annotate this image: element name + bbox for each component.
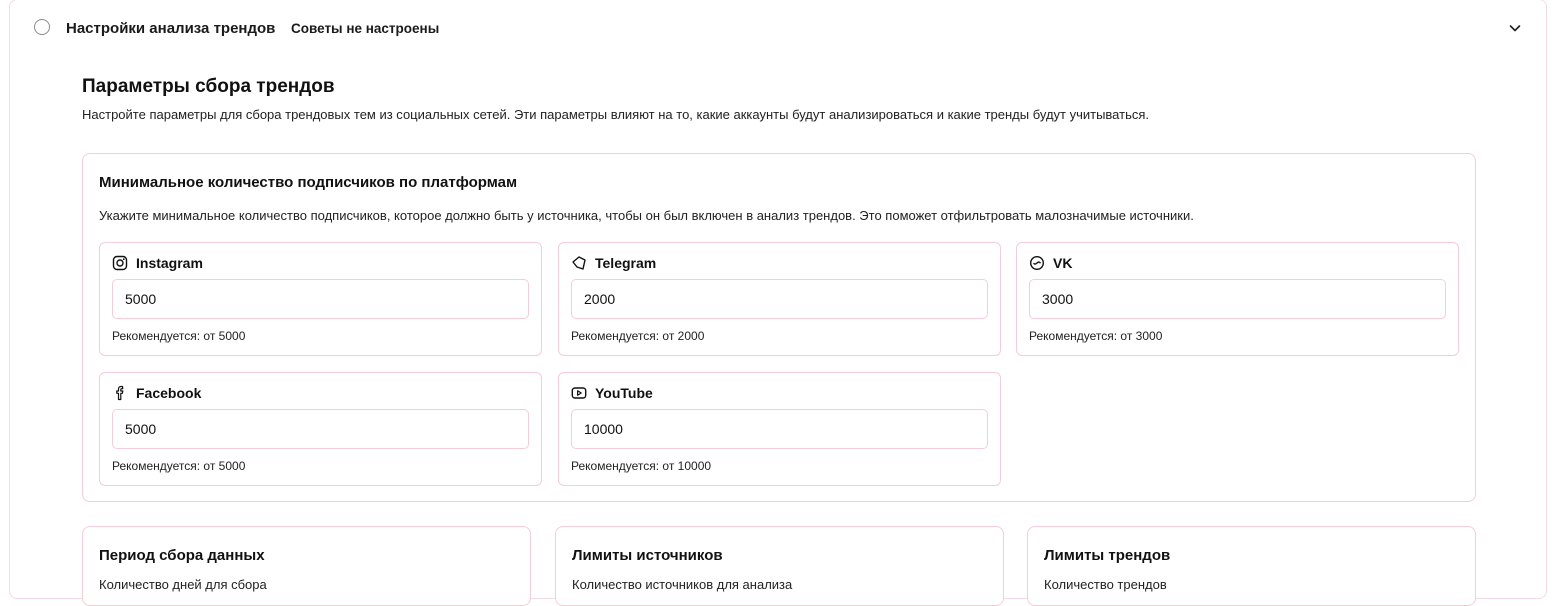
platform-hint: Рекомендуется: от 5000	[112, 329, 246, 343]
card-title: Лимиты источников	[572, 547, 723, 564]
section-title: Параметры сбора трендов	[82, 76, 335, 97]
card-description: Количество дней для сбора	[99, 577, 267, 592]
card-description: Количество источников для анализа	[572, 577, 793, 592]
platform-telegram: Telegram Рекомендуется: от 2000	[558, 242, 1001, 356]
facebook-min-subscribers-input[interactable]	[112, 409, 529, 449]
platform-name: YouTube	[595, 385, 653, 401]
youtube-icon	[571, 385, 587, 401]
platform-facebook: Facebook Рекомендуется: от 5000	[99, 372, 542, 486]
trend-limits-card: Лимиты трендов Количество трендов	[1027, 526, 1476, 606]
instagram-min-subscribers-input[interactable]	[112, 279, 529, 319]
accordion-header[interactable]: Настройки анализа трендов Советы не наст…	[10, 0, 1546, 58]
platform-name: Facebook	[136, 385, 202, 401]
vk-min-subscribers-input[interactable]	[1029, 279, 1446, 319]
section-description: Настройте параметры для сбора трендовых …	[82, 107, 1150, 122]
instagram-icon	[112, 255, 128, 271]
facebook-icon	[112, 385, 128, 401]
platform-name: Instagram	[136, 255, 203, 271]
platform-hint: Рекомендуется: от 3000	[1029, 329, 1163, 343]
telegram-min-subscribers-input[interactable]	[571, 279, 988, 319]
platform-hint: Рекомендуется: от 10000	[571, 459, 712, 473]
min-subscribers-card: Минимальное количество подписчиков по пл…	[82, 153, 1476, 502]
platform-name: Telegram	[595, 255, 657, 271]
status-radio-icon[interactable]	[34, 19, 50, 35]
card-description: Количество трендов	[1044, 577, 1167, 592]
accordion-status-badge: Советы не настроены	[291, 21, 440, 36]
platform-name: VK	[1053, 255, 1073, 271]
card-title: Период сбора данных	[99, 547, 265, 564]
platform-hint: Рекомендуется: от 2000	[571, 329, 705, 343]
source-limits-card: Лимиты источников Количество источников …	[555, 526, 1004, 606]
trend-settings-accordion: Настройки анализа трендов Советы не наст…	[9, 0, 1547, 606]
accordion-title: Настройки анализа трендов	[66, 20, 276, 37]
collection-period-card: Период сбора данных Количество дней для …	[82, 526, 531, 606]
platform-youtube: YouTube Рекомендуется: от 10000	[558, 372, 1001, 486]
chevron-down-icon[interactable]	[1507, 20, 1523, 36]
vk-icon	[1029, 255, 1045, 271]
platform-instagram: Instagram Рекомендуется: от 5000	[99, 242, 542, 356]
telegram-icon	[571, 255, 587, 271]
card-description: Укажите минимальное количество подписчик…	[99, 208, 1194, 223]
card-title: Лимиты трендов	[1044, 547, 1171, 564]
platform-vk: VK Рекомендуется: от 3000	[1016, 242, 1459, 356]
youtube-min-subscribers-input[interactable]	[571, 409, 988, 449]
platform-hint: Рекомендуется: от 5000	[112, 459, 246, 473]
card-title: Минимальное количество подписчиков по пл…	[99, 174, 518, 191]
